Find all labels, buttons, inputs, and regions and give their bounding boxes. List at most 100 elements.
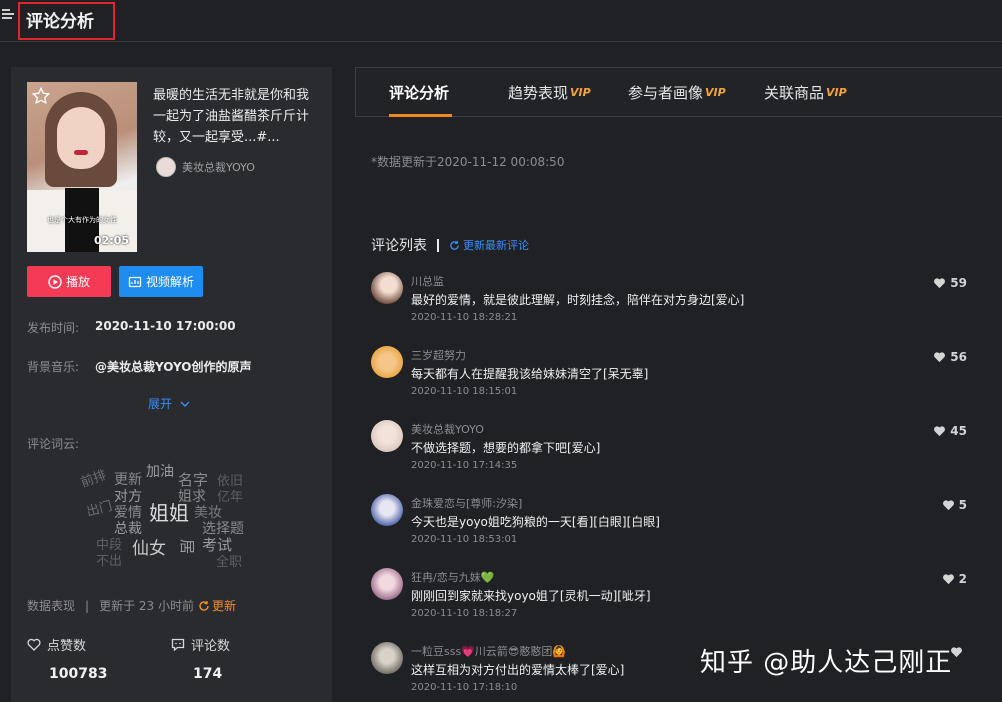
refresh-icon bbox=[450, 240, 459, 250]
comment-list-title: 评论列表 bbox=[371, 238, 427, 254]
user-avatar[interactable] bbox=[371, 642, 403, 674]
parse-label: 视频解析 bbox=[145, 275, 194, 289]
comment-time: 2020-11-10 18:53:01 bbox=[411, 534, 518, 545]
tab-related-products[interactable]: 关联商品 VIP bbox=[764, 82, 847, 103]
likes-stat-label: 点赞数 bbox=[27, 635, 86, 654]
like-count: 2 bbox=[958, 572, 967, 586]
comment-likes: 56 bbox=[933, 350, 967, 364]
video-parse-button[interactable]: 视频解析 bbox=[119, 266, 203, 297]
comment-text: 最好的爱情，就是彼此理解，时刻挂念，陪伴在对方身边[爱心] bbox=[411, 293, 745, 307]
zhihu-watermark: 知乎 @助人达己刚正 bbox=[700, 648, 953, 678]
play-label: 播放 bbox=[65, 275, 90, 289]
user-avatar[interactable] bbox=[371, 346, 403, 378]
menu-icon[interactable] bbox=[2, 9, 14, 21]
user-avatar[interactable] bbox=[371, 420, 403, 452]
refresh-icon bbox=[199, 600, 209, 611]
tab-trend[interactable]: 趋势表现 VIP bbox=[508, 82, 591, 103]
like-count: 5 bbox=[958, 498, 967, 512]
tab-audience-profile[interactable]: 参与者画像 VIP bbox=[628, 82, 726, 103]
cloud-word: 前排 bbox=[78, 467, 109, 491]
expand-label: 展开 bbox=[148, 397, 173, 411]
like-count: 59 bbox=[950, 276, 967, 290]
refresh-comments-label: 更新最新评论 bbox=[463, 239, 529, 252]
comment-list-header: 评论列表 更新最新评论 bbox=[371, 235, 529, 255]
cover-caption: 也是个大有作为的女性 bbox=[47, 216, 117, 224]
comment-user[interactable]: 一粒豆sss💗川云箭😎憨憨团🙆 bbox=[411, 643, 566, 659]
comment-user[interactable]: 狂冉/恋与九妹💚 bbox=[411, 569, 494, 585]
expand-button[interactable]: 展开 bbox=[148, 395, 190, 412]
video-analysis-icon bbox=[128, 276, 142, 287]
heart-icon bbox=[934, 426, 946, 437]
cloud-word: 不出 bbox=[96, 554, 123, 569]
comment-text: 每天都有人在提醒我该给妹妹清空了[呆无辜] bbox=[411, 367, 649, 381]
video-author[interactable]: 美妆总裁YOYO bbox=[156, 156, 255, 178]
top-bar: 评论分析 bbox=[0, 0, 1002, 42]
comments-count: 174 bbox=[193, 666, 223, 682]
comment-user[interactable]: 美妆总裁YOYO bbox=[411, 421, 484, 437]
refresh-comments-button[interactable]: 更新最新评论 bbox=[449, 237, 529, 253]
comment-item: 金珠爱恋与[尊师:汐染] 今天也是yoyo姐吃狗粮的一天[看][白眼][白眼] … bbox=[371, 494, 971, 564]
tab-label: 参与者画像 bbox=[628, 84, 704, 102]
comment-user[interactable]: 三岁超努力 bbox=[411, 347, 466, 363]
tab-label: 评论分析 bbox=[389, 84, 450, 102]
user-avatar[interactable] bbox=[371, 272, 403, 304]
publish-time-label: 发布时间: bbox=[27, 321, 80, 335]
user-avatar[interactable] bbox=[371, 568, 403, 600]
comment-time: 2020-11-10 18:28:21 bbox=[411, 312, 518, 323]
video-cover[interactable]: 也是个大有作为的女性 02:05 bbox=[27, 82, 137, 252]
comment-item: 狂冉/恋与九妹💚 刚刚回到家就来找yoyo姐了[灵机一动][呲牙] 2020-1… bbox=[371, 568, 971, 638]
cloud-word: 仙女 bbox=[132, 539, 166, 559]
heart-icon bbox=[942, 500, 954, 511]
comment-item: 三岁超努力 每天都有人在提醒我该给妹妹清空了[呆无辜] 2020-11-10 1… bbox=[371, 346, 971, 416]
video-info-panel: 也是个大有作为的女性 02:05 最暖的生活无非就是你和我一起为了油盐酱醋茶斤斤… bbox=[11, 67, 332, 702]
comment-text: 刚刚回到家就来找yoyo姐了[灵机一动][呲牙] bbox=[411, 589, 651, 603]
data-refresh-button[interactable]: 更新 bbox=[198, 597, 236, 614]
comment-user[interactable]: 金珠爱恋与[尊师:汐染] bbox=[411, 495, 522, 511]
data-status-row: 数据表现 | 更新于 23 小时前 更新 bbox=[27, 597, 236, 614]
page-title: 评论分析 bbox=[26, 12, 94, 32]
heart-icon bbox=[942, 574, 954, 585]
cloud-word: 出门 bbox=[85, 498, 115, 521]
comment-item: 美妆总裁YOYO 不做选择题，想要的都拿下吧[爱心] 2020-11-10 17… bbox=[371, 420, 971, 490]
cloud-word: 姐姐 bbox=[149, 501, 189, 525]
cloud-word: 加油 bbox=[146, 464, 174, 480]
play-icon bbox=[48, 274, 62, 289]
title-divider bbox=[437, 238, 439, 252]
comment-time: 2020-11-10 17:14:35 bbox=[411, 460, 518, 471]
comment-text: 这样互相为对方付出的爱情太棒了[爱心] bbox=[411, 663, 625, 677]
comment-time: 2020-11-10 18:15:01 bbox=[411, 386, 518, 397]
cloud-word: 全职 bbox=[216, 555, 243, 570]
comment-likes: 59 bbox=[933, 276, 967, 290]
like-count: 56 bbox=[950, 350, 967, 364]
comment-item: 川总监 最好的爱情，就是彼此理解，时刻挂念，陪伴在对方身边[爱心] 2020-1… bbox=[371, 272, 971, 342]
tab-label: 趋势表现 bbox=[508, 84, 569, 102]
comment-text: 不做选择题，想要的都拿下吧[爱心] bbox=[411, 441, 601, 455]
comment-text: 今天也是yoyo姐吃狗粮的一天[看][白眼][白眼] bbox=[411, 515, 660, 529]
word-cloud-label: 评论词云: bbox=[27, 437, 80, 451]
comment-likes: 2 bbox=[942, 572, 967, 586]
cloud-word: 居 bbox=[178, 538, 197, 555]
tab-comment-analysis[interactable]: 评论分析 bbox=[389, 82, 449, 103]
comment-time: 2020-11-10 17:18:10 bbox=[411, 682, 518, 693]
favorite-star-icon[interactable] bbox=[31, 86, 51, 106]
heart-outline-icon bbox=[27, 638, 41, 651]
play-button[interactable]: 播放 bbox=[27, 266, 111, 297]
comment-likes: 45 bbox=[933, 424, 967, 438]
tab-label: 关联商品 bbox=[764, 84, 825, 102]
active-tab-indicator bbox=[389, 114, 452, 117]
comment-time: 2020-11-10 18:18:27 bbox=[411, 608, 518, 619]
comment-user[interactable]: 川总监 bbox=[411, 273, 444, 289]
like-count: 45 bbox=[950, 424, 967, 438]
data-updated-text: 更新于 23 小时前 bbox=[99, 599, 194, 613]
author-name: 美妆总裁YOYO bbox=[182, 161, 255, 174]
vip-badge: VIP bbox=[570, 86, 591, 99]
separator: | bbox=[85, 598, 90, 613]
likes-count: 100783 bbox=[49, 666, 108, 682]
user-avatar[interactable] bbox=[371, 494, 403, 526]
likes-label-text: 点赞数 bbox=[47, 639, 87, 654]
title-highlight-box: 评论分析 bbox=[18, 2, 115, 40]
comments-label-text: 评论数 bbox=[191, 639, 231, 654]
comments-stat-label: 评论数 bbox=[171, 635, 230, 654]
comment-likes: 5 bbox=[942, 498, 967, 512]
background-music-value[interactable]: @美妆总裁YOYO创作的原声 bbox=[95, 358, 252, 375]
